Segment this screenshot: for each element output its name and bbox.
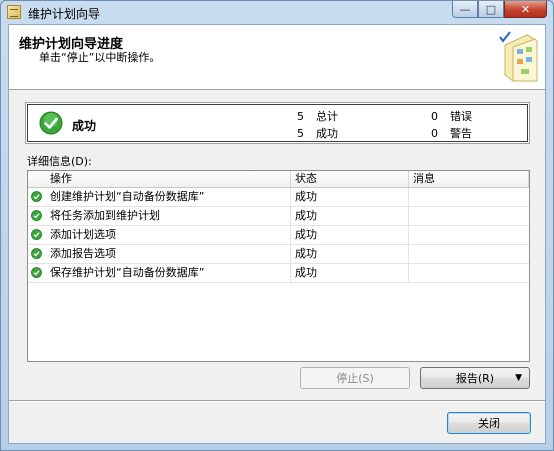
success-check-icon <box>31 191 42 202</box>
dropdown-arrow-icon: ▼ <box>515 373 522 383</box>
total-label: 总计 <box>316 110 338 123</box>
grid-header: 操作 状态 消息 <box>28 171 529 188</box>
success-check-icon <box>31 248 42 259</box>
success-stat: 5 成功 <box>297 125 338 141</box>
row-message <box>409 245 529 263</box>
success-check-icon <box>39 111 63 135</box>
warning-stat: 0 警告 <box>431 125 472 141</box>
row-action-cell: 保存维护计划“自动备份数据库” <box>28 264 291 282</box>
column-header-status[interactable]: 状态 <box>291 171 409 187</box>
row-action-cell: 将任务添加到维护计划 <box>28 207 291 225</box>
details-grid[interactable]: 操作 状态 消息 创建维护计划“自动备份数据库” 成功 将任务添加到维护计划 成… <box>27 170 530 362</box>
row-status: 成功 <box>291 207 409 225</box>
warning-label: 警告 <box>450 127 472 140</box>
success-label: 成功 <box>316 127 338 140</box>
maximize-button[interactable]: □ <box>478 1 504 18</box>
report-button-label: 报告(R) <box>455 372 495 385</box>
error-label: 错误 <box>450 110 472 123</box>
total-count: 5 <box>297 110 304 123</box>
row-message <box>409 188 529 206</box>
window-title: 维护计划向导 <box>28 7 101 21</box>
report-button[interactable]: 报告(R) ▼ <box>420 367 530 389</box>
close-button[interactable]: 关闭 <box>447 412 531 434</box>
row-message <box>409 264 529 282</box>
page-subtitle: 单击“停止”以中断操作。 <box>39 51 161 64</box>
error-stat: 0 错误 <box>431 108 472 124</box>
success-check-icon <box>31 267 42 278</box>
success-check-icon <box>31 210 42 221</box>
total-stat: 5 总计 <box>297 108 338 124</box>
success-check-icon <box>31 229 42 240</box>
column-header-message[interactable]: 消息 <box>409 171 529 187</box>
row-action-cell: 添加报告选项 <box>28 245 291 263</box>
row-message <box>409 226 529 244</box>
success-count: 5 <box>297 127 304 140</box>
minimize-button[interactable]: — <box>452 1 478 18</box>
table-row[interactable]: 将任务添加到维护计划 成功 <box>28 207 529 226</box>
row-status: 成功 <box>291 264 409 282</box>
wizard-window: 维护计划向导 — □ ✕ 维护计划向导进度 单击“停止”以中断操作。 成功 5 … <box>0 0 554 451</box>
wizard-graphic-icon <box>499 31 538 82</box>
row-action: 保存维护计划“自动备份数据库” <box>50 266 205 279</box>
details-label: 详细信息(D): <box>27 155 92 168</box>
error-count: 0 <box>431 110 438 123</box>
warning-count: 0 <box>431 127 438 140</box>
column-header-action[interactable]: 操作 <box>28 171 291 187</box>
table-row[interactable]: 保存维护计划“自动备份数据库” 成功 <box>28 264 529 283</box>
window-controls: — □ ✕ <box>452 1 547 18</box>
footer-divider <box>9 400 545 402</box>
stop-button[interactable]: 停止(S) <box>300 367 410 389</box>
row-action-cell: 创建维护计划“自动备份数据库” <box>28 188 291 206</box>
row-action-cell: 添加计划选项 <box>28 226 291 244</box>
table-row[interactable]: 创建维护计划“自动备份数据库” 成功 <box>28 188 529 207</box>
close-window-button[interactable]: ✕ <box>504 1 547 18</box>
row-action: 添加报告选项 <box>50 247 116 260</box>
wizard-header: 维护计划向导进度 单击“停止”以中断操作。 <box>9 25 545 90</box>
table-row[interactable]: 添加报告选项 成功 <box>28 245 529 264</box>
row-status: 成功 <box>291 245 409 263</box>
row-status: 成功 <box>291 226 409 244</box>
app-icon <box>7 5 21 19</box>
table-row[interactable]: 添加计划选项 成功 <box>28 226 529 245</box>
row-action: 创建维护计划“自动备份数据库” <box>50 190 205 203</box>
title-bar[interactable]: 维护计划向导 — □ ✕ <box>1 1 553 23</box>
row-status: 成功 <box>291 188 409 206</box>
row-action: 将任务添加到维护计划 <box>50 209 160 222</box>
summary-panel: 成功 5 总计 5 成功 0 错误 0 警告 <box>25 102 530 144</box>
summary-status: 成功 <box>72 119 97 133</box>
row-action: 添加计划选项 <box>50 228 116 241</box>
row-message <box>409 207 529 225</box>
wizard-body: 维护计划向导进度 单击“停止”以中断操作。 成功 5 总计 5 成功 0 错误 … <box>8 24 546 444</box>
